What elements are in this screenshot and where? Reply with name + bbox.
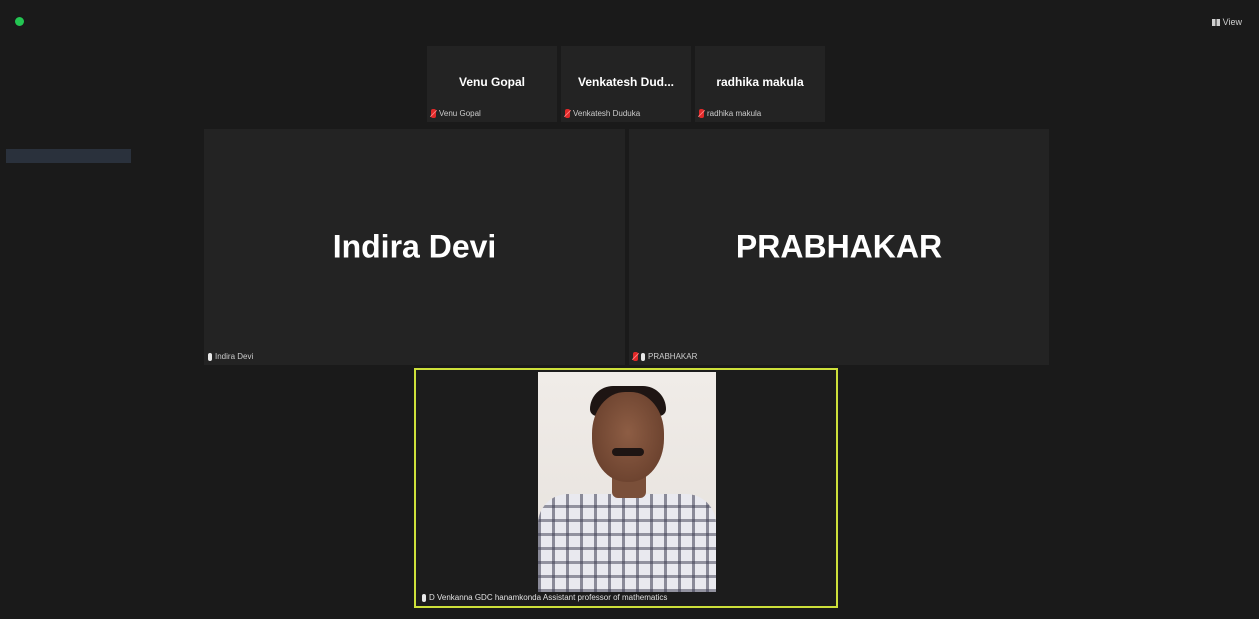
mic-muted-icon xyxy=(633,352,638,361)
participant-label-text: Venkatesh Duduka xyxy=(573,109,641,118)
video-shirt xyxy=(538,494,716,592)
mic-icon xyxy=(422,593,426,602)
participant-label-text: Indira Devi xyxy=(215,352,254,361)
mic-icon xyxy=(641,352,645,361)
video-moustache xyxy=(612,448,644,456)
security-shield-icon[interactable] xyxy=(15,17,24,26)
participant-name: Venu Gopal xyxy=(458,75,525,89)
participant-tile-large[interactable]: Indira Devi Indira Devi xyxy=(204,129,625,365)
participant-label: radhika makula xyxy=(699,109,761,118)
video-head xyxy=(592,392,664,482)
participant-tile[interactable]: radhika makula radhika makula xyxy=(695,46,825,122)
notification-bar xyxy=(6,149,131,163)
participant-name: radhika makula xyxy=(716,75,804,89)
participant-label: Venu Gopal xyxy=(431,109,481,118)
participant-label: Venkatesh Duduka xyxy=(565,109,640,118)
participant-name: Indira Devi xyxy=(332,228,497,265)
participant-name: Venkatesh Dud... xyxy=(577,75,675,89)
view-button-label: View xyxy=(1222,17,1242,27)
participant-video xyxy=(538,372,716,592)
participant-tile[interactable]: Venu Gopal Venu Gopal xyxy=(427,46,557,122)
mic-muted-icon xyxy=(565,109,570,118)
participant-label-text: Venu Gopal xyxy=(439,109,481,118)
participant-tile-large[interactable]: PRABHAKAR PRABHAKAR xyxy=(629,129,1049,365)
participant-tile[interactable]: Venkatesh Dud... Venkatesh Duduka xyxy=(561,46,691,122)
gallery-grid-icon xyxy=(1211,18,1220,26)
view-button[interactable]: View xyxy=(1211,17,1242,27)
mic-icon xyxy=(208,352,212,361)
mic-muted-icon xyxy=(699,109,704,118)
participant-name: PRABHAKAR xyxy=(735,228,943,265)
participant-label-text: radhika makula xyxy=(707,109,762,118)
participant-label-text: PRABHAKAR xyxy=(648,352,698,361)
participant-label-text: D Venkanna GDC hanamkonda Assistant prof… xyxy=(429,593,668,602)
mic-muted-icon xyxy=(431,109,436,118)
participant-label: Indira Devi xyxy=(208,352,253,361)
active-speaker-tile[interactable]: D Venkanna GDC hanamkonda Assistant prof… xyxy=(414,368,838,608)
participant-label: PRABHAKAR xyxy=(633,352,697,361)
participant-label: D Venkanna GDC hanamkonda Assistant prof… xyxy=(422,593,667,602)
